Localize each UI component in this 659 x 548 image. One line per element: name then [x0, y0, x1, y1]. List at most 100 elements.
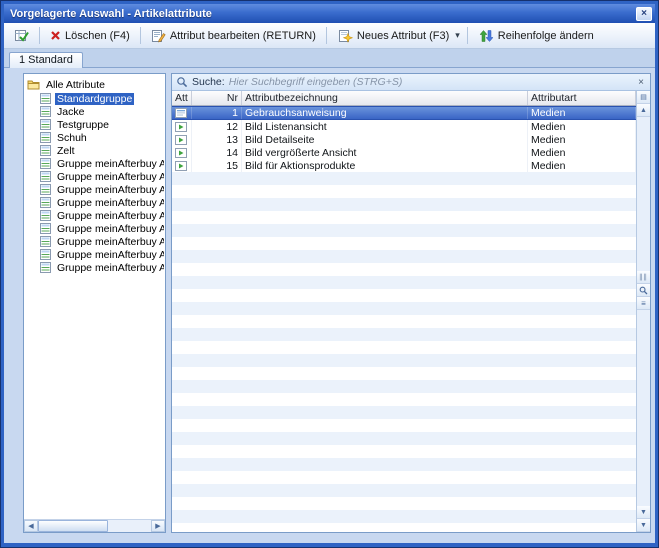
tree-item-label: Gruppe meinAfterbuy ART00076	[55, 197, 164, 209]
tree-item-art00080[interactable]: Gruppe meinAfterbuy ART00080	[40, 235, 164, 248]
magnifier-icon[interactable]	[637, 284, 650, 297]
table-row[interactable]: 15 Bild für Aktionsprodukte Medien	[172, 159, 636, 172]
attribute-list-icon	[40, 119, 51, 130]
tree-item-label: Standardgruppe	[55, 93, 134, 105]
attribute-list-icon	[40, 223, 51, 234]
scroll-up-icon[interactable]: ▲	[637, 104, 650, 117]
scrollbar-track-upper[interactable]	[637, 117, 650, 271]
column-chooser-icon[interactable]: ▤	[637, 91, 650, 104]
tree-horizontal-scrollbar: ◀ ▶	[24, 519, 165, 532]
tree-item-label: Testgruppe	[55, 119, 111, 131]
tree-item-standardgruppe[interactable]: Standardgruppe	[40, 92, 164, 105]
search-label: Suche:	[192, 76, 225, 88]
new-attribute-button[interactable]: Neues Attribut (F3)	[331, 26, 455, 46]
close-icon[interactable]: ×	[636, 7, 652, 21]
toolbar: Löschen (F4) Attribut bearbeiten (RETURN…	[4, 23, 655, 49]
column-header-attributart[interactable]: Attributart	[528, 91, 636, 105]
tree-item-art00081[interactable]: Gruppe meinAfterbuy ART00081	[40, 248, 164, 261]
tree-item-art00082[interactable]: Gruppe meinAfterbuy ART00082	[40, 261, 164, 274]
tree-item-art00079[interactable]: Gruppe meinAfterbuy ART00079	[40, 222, 164, 235]
reorder-button[interactable]: Reihenfolge ändern	[472, 26, 600, 46]
media-icon	[172, 133, 192, 146]
manual-icon	[172, 107, 192, 119]
column-header-attributbezeichnung[interactable]: Attributbezeichnung	[242, 91, 528, 105]
scroll-left-icon[interactable]: ◀	[24, 520, 38, 532]
new-attribute-button-label: Neues Attribut (F3)	[357, 30, 449, 42]
media-icon	[172, 159, 192, 172]
list-lines-icon[interactable]: ≡	[637, 297, 650, 310]
attribute-list-icon	[40, 236, 51, 247]
attribute-list-icon	[40, 262, 51, 273]
attribute-list-icon	[40, 106, 51, 117]
tree-root-all-attributes[interactable]: Alle Attribute	[27, 77, 164, 92]
tree-item-art00076[interactable]: Gruppe meinAfterbuy ART00076	[40, 196, 164, 209]
attribute-group-tree-panel: Alle Attribute Standardgruppe Jacke Test…	[23, 73, 166, 533]
column-header-att[interactable]: Att	[172, 91, 192, 105]
grip-icon[interactable]: ∥∥	[637, 271, 650, 284]
table-row[interactable]: 12 Bild Listenansicht Medien	[172, 120, 636, 133]
row-nr: 14	[192, 146, 242, 159]
row-name: Gebrauchsanweisung	[242, 107, 528, 119]
attribute-list-icon	[40, 184, 51, 195]
window-title: Vorgelagerte Auswahl - Artikelattribute	[10, 8, 636, 20]
toolbar-separator	[467, 27, 468, 44]
column-header-nr[interactable]: Nr	[192, 91, 242, 105]
row-type: Medien	[528, 159, 636, 172]
media-icon	[172, 120, 192, 133]
tree-item-art00075[interactable]: Gruppe meinAfterbuy ART00075	[40, 183, 164, 196]
row-name: Bild für Aktionsprodukte	[242, 159, 528, 172]
tree-item-label: Gruppe meinAfterbuy ART00081	[55, 249, 164, 261]
row-name: Bild Listenansicht	[242, 120, 528, 133]
row-nr: 13	[192, 133, 242, 146]
table-row[interactable]: 1 Gebrauchsanweisung Medien	[172, 106, 636, 120]
grid-area: Att Nr Attributbezeichnung Attributart 1…	[172, 91, 650, 532]
row-type: Medien	[528, 107, 636, 119]
tree-item-label: Jacke	[55, 106, 86, 118]
tree-item-schuh[interactable]: Schuh	[40, 131, 164, 144]
scrollbar-track-lower[interactable]	[637, 310, 650, 506]
tree-item-art00078[interactable]: Gruppe meinAfterbuy ART00078	[40, 209, 164, 222]
tree-item-jacke[interactable]: Jacke	[40, 105, 164, 118]
attribute-list-icon	[40, 197, 51, 208]
attribute-list-icon	[40, 249, 51, 260]
delete-button-label: Löschen (F4)	[65, 30, 130, 42]
search-input[interactable]: Hier Suchbegriff eingeben (STRG+S)	[229, 76, 631, 88]
tree-scrollbar-track[interactable]	[38, 520, 151, 532]
scroll-down-icon[interactable]: ▼	[637, 506, 650, 519]
delete-button[interactable]: Löschen (F4)	[44, 27, 136, 45]
tree-item-zelt[interactable]: Zelt	[40, 144, 164, 157]
new-attribute-dropdown-button[interactable]: ▾	[452, 27, 463, 44]
table-row[interactable]: 13 Bild Detailseite Medien	[172, 133, 636, 146]
attribute-list-icon	[40, 171, 51, 182]
tree-scrollbar-thumb[interactable]	[38, 520, 108, 532]
toolbar-separator	[39, 27, 40, 44]
grid-table: Att Nr Attributbezeichnung Attributart 1…	[172, 91, 636, 532]
tab-strip: 1 Standard	[4, 49, 655, 68]
tree-item-art00074[interactable]: Gruppe meinAfterbuy ART00074	[40, 170, 164, 183]
tab-standard[interactable]: 1 Standard	[9, 52, 83, 68]
toolbar-separator	[326, 27, 327, 44]
grid-header-row: Att Nr Attributbezeichnung Attributart	[172, 91, 636, 106]
edit-attribute-button[interactable]: Attribut bearbeiten (RETURN)	[145, 26, 322, 46]
apply-button[interactable]	[8, 25, 35, 46]
attribute-list-icon	[40, 210, 51, 221]
search-close-icon[interactable]: ×	[635, 77, 647, 88]
tree-item-label: Gruppe meinAfterbuy ART00074	[55, 171, 164, 183]
tree-item-label: Gruppe meinAfterbuy ART00079	[55, 223, 164, 235]
row-type: Medien	[528, 146, 636, 159]
edit-pencil-icon	[151, 29, 166, 43]
table-row[interactable]: 14 Bild vergrößerte Ansicht Medien	[172, 146, 636, 159]
window-body: Löschen (F4) Attribut bearbeiten (RETURN…	[4, 23, 655, 543]
scroll-right-icon[interactable]: ▶	[151, 520, 165, 532]
attribute-list-icon	[40, 145, 51, 156]
page-down-icon[interactable]: ▼	[637, 519, 650, 532]
tree-item-label: Gruppe meinAfterbuy ART00078	[55, 210, 164, 222]
attribute-list-icon	[40, 132, 51, 143]
attribute-list-icon	[40, 93, 51, 104]
tree-item-testgruppe[interactable]: Testgruppe	[40, 118, 164, 131]
tree-item-art00073[interactable]: Gruppe meinAfterbuy ART00073	[40, 157, 164, 170]
row-nr: 12	[192, 120, 242, 133]
tree-item-label: Gruppe meinAfterbuy ART00080	[55, 236, 164, 248]
row-nr: 15	[192, 159, 242, 172]
attribute-group-tree: Alle Attribute Standardgruppe Jacke Test…	[24, 74, 165, 519]
